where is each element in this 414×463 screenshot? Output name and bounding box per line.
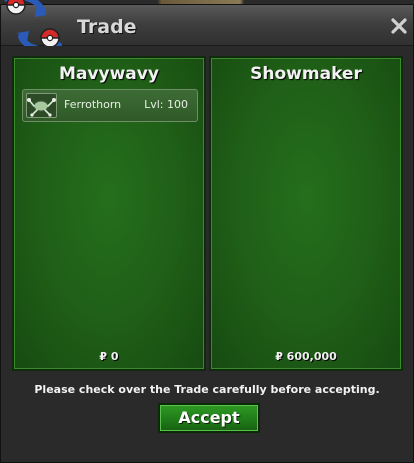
my-offer-panel: Mavywavy Ferrothorn Lvl: 100 ₽ 0 bbox=[12, 56, 206, 371]
player-name: Showmaker bbox=[250, 64, 362, 84]
offer-item[interactable]: Ferrothorn Lvl: 100 bbox=[22, 89, 198, 122]
close-icon[interactable] bbox=[389, 16, 409, 36]
trade-content: Mavywavy Ferrothorn Lvl: 100 ₽ 0 Showmak… bbox=[1, 46, 413, 462]
trade-notice: Please check over the Trade carefully be… bbox=[34, 383, 380, 396]
window-title: Trade bbox=[77, 16, 137, 38]
money-offer: ₽ 0 bbox=[99, 350, 119, 363]
player-name: Mavywavy bbox=[59, 64, 159, 84]
ferrothorn-icon bbox=[26, 93, 57, 118]
money-offer: ₽ 600,000 bbox=[275, 350, 337, 363]
accept-button[interactable]: Accept bbox=[158, 403, 260, 433]
trade-window: Trade Mavywavy Ferrothorn Lvl: 100 ₽ 0 S… bbox=[0, 0, 414, 463]
partner-offer-panel: Showmaker ₽ 600,000 bbox=[209, 56, 403, 371]
item-level: Lvl: 100 bbox=[144, 98, 188, 111]
item-name: Ferrothorn bbox=[64, 98, 122, 111]
